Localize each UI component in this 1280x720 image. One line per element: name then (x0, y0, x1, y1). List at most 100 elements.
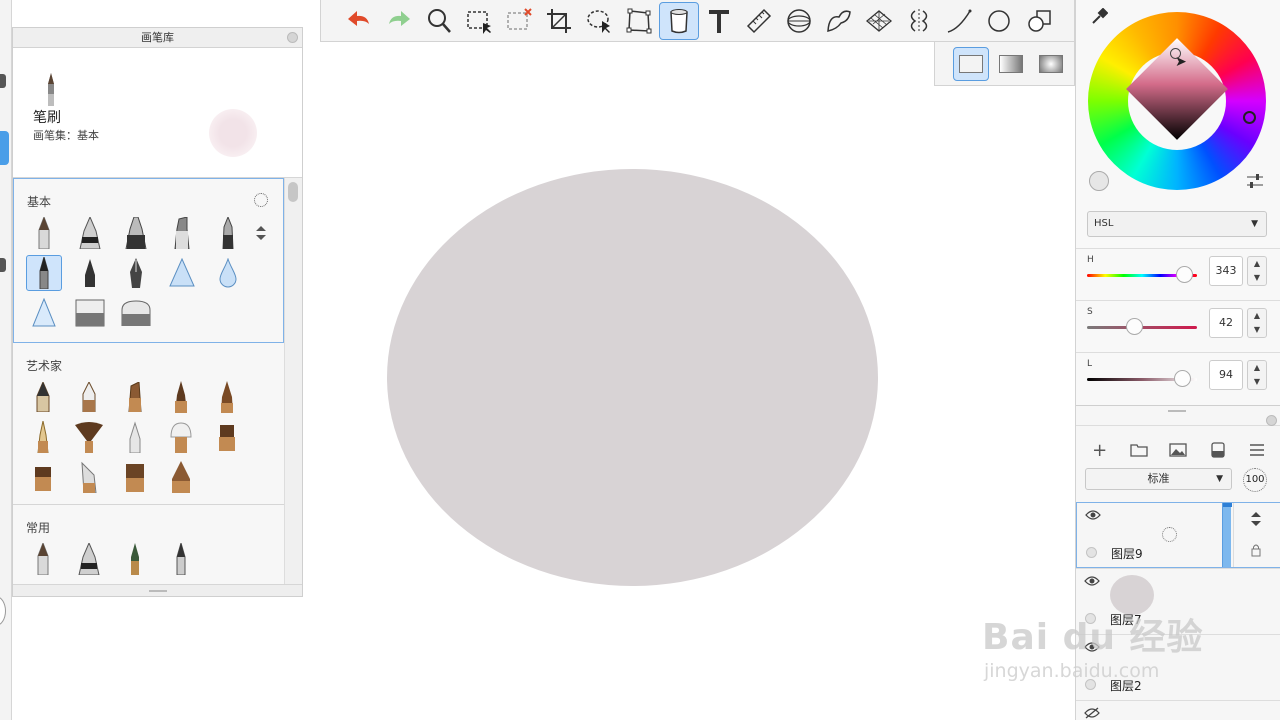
color-mode-select[interactable]: HSL ▼ (1087, 211, 1267, 237)
perspective-icon[interactable] (859, 2, 899, 40)
ink-pen-icon[interactable] (72, 215, 108, 251)
solid-fill-icon[interactable] (953, 46, 989, 81)
common-paint-brush-icon[interactable] (117, 541, 153, 577)
eye-hidden-icon[interactable] (1084, 707, 1100, 719)
common-ink-pen-icon[interactable] (71, 541, 107, 577)
lock-icon[interactable] (1250, 543, 1262, 557)
artist-dome-icon[interactable] (163, 459, 199, 495)
canvas-ellipse[interactable] (387, 169, 878, 586)
technical-pen-icon[interactable] (210, 215, 246, 251)
transform-icon[interactable] (619, 2, 659, 40)
sort-icon[interactable] (1250, 511, 1262, 527)
hue-value-field[interactable]: 343 (1209, 256, 1243, 286)
layer-radio[interactable] (1085, 679, 1096, 690)
scrollbar-thumb[interactable] (288, 182, 298, 202)
brush-library-title-bar[interactable]: 画笔库 (13, 28, 302, 48)
felt-marker-icon[interactable] (164, 215, 200, 251)
artist-shaving-brush-icon[interactable] (163, 419, 199, 455)
zoom-icon[interactable] (419, 2, 459, 40)
lightness-stepper[interactable]: ▲ ▼ (1247, 360, 1267, 390)
artist-bristle-icon[interactable] (117, 419, 153, 455)
artist-chisel-icon[interactable] (117, 379, 153, 415)
eye-icon[interactable] (1084, 641, 1100, 653)
saturation-value-field[interactable]: 42 (1209, 308, 1243, 338)
eraser-block-icon[interactable] (72, 295, 108, 331)
brush-size-icon[interactable] (254, 193, 268, 207)
ruler-icon[interactable] (739, 2, 779, 40)
stroke-icon[interactable] (939, 2, 979, 40)
lasso-icon[interactable] (579, 2, 619, 40)
lightness-slider-thumb[interactable] (1174, 370, 1191, 387)
brush-list-scrollbar[interactable] (284, 178, 302, 584)
circle-icon[interactable] (979, 2, 1019, 40)
blend-mode-select[interactable]: 标准 ▼ (1085, 468, 1232, 490)
brush-section-common[interactable]: 常用 (13, 505, 284, 584)
add-layer-icon[interactable]: + (1088, 438, 1112, 462)
saturation-stepper[interactable]: ▲ ▼ (1247, 308, 1267, 338)
menu-icon[interactable] (1245, 438, 1269, 462)
hue-stepper[interactable]: ▲ ▼ (1247, 256, 1267, 286)
artist-wide-icon[interactable] (117, 459, 153, 495)
brush-section-artist[interactable]: 艺术家 (13, 343, 284, 505)
image-layer-icon[interactable] (1166, 438, 1190, 462)
brush-tip-icon[interactable] (72, 255, 108, 291)
left-edge-circle[interactable] (0, 596, 6, 626)
artist-charcoal-icon[interactable] (71, 379, 107, 415)
shape-icon[interactable] (1019, 2, 1059, 40)
cone-blue-icon[interactable] (164, 255, 200, 291)
common-airbrush-icon[interactable] (163, 541, 199, 577)
left-edge-tab[interactable] (0, 131, 9, 165)
airbrush-pencil-icon[interactable] (26, 255, 62, 291)
artist-flat-icon[interactable] (209, 419, 245, 455)
artist-round-brush-icon[interactable] (163, 379, 199, 415)
water-drop-icon[interactable] (210, 255, 246, 291)
symmetry-icon[interactable] (899, 2, 939, 40)
text-icon[interactable] (699, 2, 739, 40)
mask-layer-icon[interactable] (1206, 438, 1230, 462)
sliders-settings-icon[interactable] (1246, 173, 1264, 189)
radial-gradient-icon[interactable] (1033, 47, 1069, 81)
layer-radio[interactable] (1086, 547, 1097, 558)
panel-close-button[interactable] (1266, 415, 1277, 426)
folder-icon[interactable] (1127, 438, 1151, 462)
ellipse-guide-icon[interactable] (779, 2, 819, 40)
triangle-blue-icon[interactable] (26, 295, 62, 331)
artist-quill-icon[interactable] (25, 419, 61, 455)
pencil-icon[interactable] (26, 215, 62, 251)
linear-gradient-icon[interactable] (993, 47, 1029, 81)
clear-select-icon[interactable] (499, 2, 539, 40)
artist-knife-icon[interactable] (71, 459, 107, 495)
french-curve-icon[interactable] (819, 2, 859, 40)
artist-fan-brush-icon[interactable] (71, 419, 107, 455)
layer-item[interactable]: 图层2 (1076, 634, 1280, 700)
common-pencil-icon[interactable] (25, 541, 61, 577)
fill-bucket-icon[interactable] (659, 1, 699, 40)
crop-icon[interactable] (539, 2, 579, 40)
saturation-slider-thumb[interactable] (1126, 318, 1143, 335)
brush-section-basic[interactable]: 基本 (13, 178, 284, 343)
marker-icon[interactable] (118, 215, 154, 251)
layers-panel-header[interactable] (1076, 406, 1280, 426)
eyedropper-icon[interactable] (1090, 8, 1108, 26)
sort-icon[interactable] (255, 225, 267, 241)
layer-opacity-bar[interactable] (1222, 503, 1232, 567)
color-swatch-icon[interactable] (1089, 171, 1109, 191)
fountain-pen-icon[interactable] (118, 255, 154, 291)
artist-block-icon[interactable] (25, 459, 61, 495)
eye-icon[interactable] (1085, 509, 1101, 521)
lightness-value-field[interactable]: 94 (1209, 360, 1243, 390)
layer-radio[interactable] (1085, 613, 1096, 624)
undo-icon[interactable] (339, 2, 379, 40)
artist-pencil-icon[interactable] (25, 379, 61, 415)
soft-eraser-icon[interactable] (118, 295, 154, 331)
rect-select-icon[interactable] (459, 2, 499, 40)
hue-knob[interactable] (1243, 111, 1256, 124)
eye-icon[interactable] (1084, 575, 1100, 587)
brush-panel-resize-handle[interactable] (13, 584, 302, 596)
panel-close-button[interactable] (287, 32, 298, 43)
layer-item[interactable] (1076, 700, 1280, 720)
layer-item[interactable]: 图层9 (1076, 502, 1280, 568)
redo-icon[interactable] (379, 2, 419, 40)
hue-slider-thumb[interactable] (1176, 266, 1193, 283)
artist-filbert-icon[interactable] (209, 379, 245, 415)
